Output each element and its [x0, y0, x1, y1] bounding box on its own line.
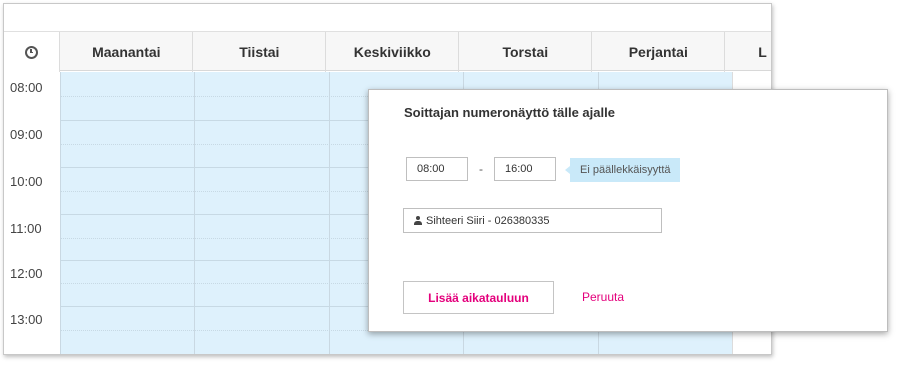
- time-label: 09:00: [10, 127, 43, 142]
- time-column-header: [4, 32, 60, 72]
- day-header-thursday: Torstai: [458, 32, 591, 72]
- time-label: 10:00: [10, 174, 43, 189]
- overlap-status-badge: Ei päällekkäisyyttä: [565, 158, 680, 182]
- day-header-tuesday: Tiistai: [192, 32, 325, 72]
- time-label: 13:00: [10, 312, 43, 327]
- time-label: 08:00: [10, 80, 43, 95]
- schedule-popup: Soittajan numeronäyttö tälle ajalle 08:0…: [368, 89, 888, 332]
- caller-id-select[interactable]: Sihteeri Siiri - 026380335: [403, 208, 662, 233]
- start-time-input[interactable]: 08:00: [406, 157, 468, 181]
- popup-title: Soittajan numeronäyttö tälle ajalle: [404, 105, 615, 120]
- time-label: 11:00: [10, 221, 42, 236]
- end-time-input[interactable]: 16:00: [494, 157, 556, 181]
- person-icon: [414, 216, 422, 225]
- day-header-monday: Maanantai: [59, 32, 192, 72]
- caller-id-value: Sihteeri Siiri - 026380335: [426, 215, 550, 227]
- cancel-link[interactable]: Peruuta: [582, 290, 624, 304]
- time-separator: -: [479, 162, 483, 176]
- day-header-friday: Perjantai: [591, 32, 724, 72]
- clock-icon: [25, 45, 39, 59]
- add-to-schedule-button[interactable]: Lisää aikatauluun: [403, 281, 554, 314]
- day-header-wednesday: Keskiviikko: [325, 32, 458, 72]
- calendar-header-row: Maanantai Tiistai Keskiviikko Torstai Pe…: [4, 31, 771, 72]
- time-label: 12:00: [10, 266, 43, 281]
- day-header-saturday: L: [724, 32, 771, 72]
